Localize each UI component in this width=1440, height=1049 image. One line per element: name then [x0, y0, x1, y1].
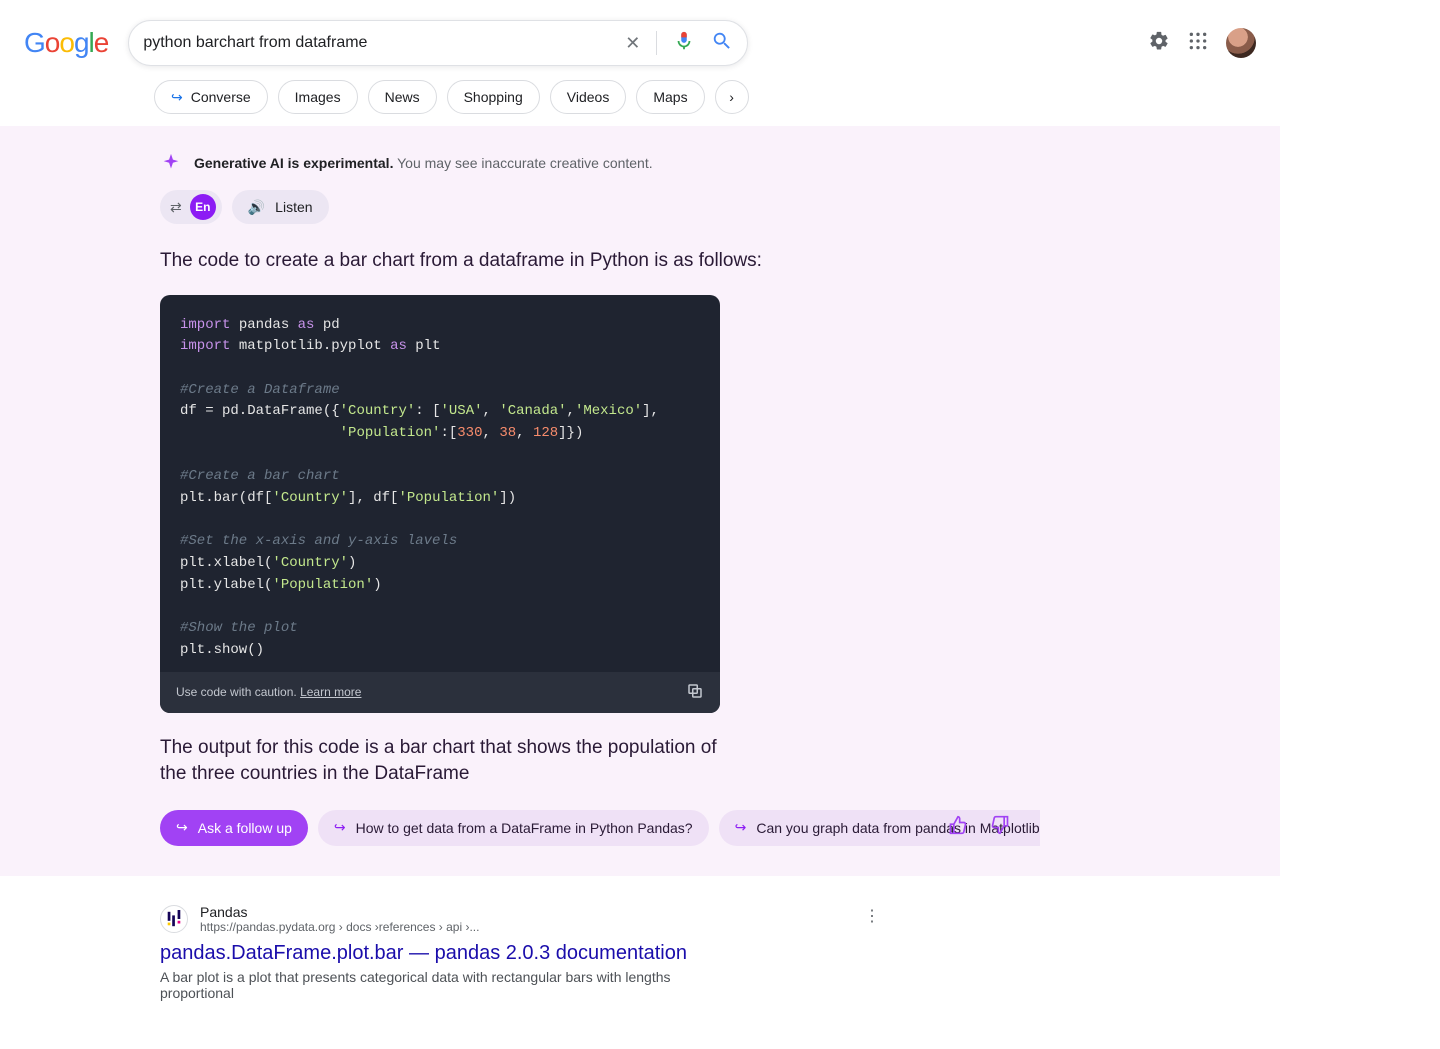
search-input[interactable] — [143, 34, 625, 52]
listen-label: Listen — [275, 199, 312, 215]
result-snippet: A bar plot is a plot that presents categ… — [160, 969, 720, 1001]
ai-notice-rest: You may see inaccurate creative content. — [393, 155, 652, 171]
ai-content: Generative AI is experimental. You may s… — [160, 152, 880, 846]
code-block: import pandas as pd import matplotlib.py… — [160, 295, 720, 713]
result-favicon — [160, 905, 188, 933]
result-header: Pandas https://pandas.pydata.org › docs … — [160, 904, 720, 934]
sparkle-icon — [160, 152, 182, 174]
gear-icon[interactable] — [1148, 30, 1170, 57]
ai-notice-bold: Generative AI is experimental. — [194, 155, 393, 171]
code-footer: Use code with caution. Learn more — [160, 672, 720, 713]
speaker-icon: 🔊 — [248, 199, 265, 216]
code-content: import pandas as pd import matplotlib.py… — [160, 295, 720, 672]
followup-arrow-icon: ↪ — [176, 819, 188, 836]
result-menu-icon[interactable]: ⋮ — [864, 906, 880, 926]
followup-arrow-icon: ↪ — [735, 819, 747, 836]
chip-images-label: Images — [295, 89, 341, 105]
language-badge: En — [190, 194, 216, 220]
chip-shopping-label: Shopping — [464, 89, 523, 105]
chip-more[interactable]: › — [715, 80, 749, 114]
followup-ask[interactable]: ↪ Ask a follow up — [160, 810, 308, 846]
ai-notice: Generative AI is experimental. You may s… — [160, 152, 880, 174]
chip-maps-label: Maps — [653, 89, 687, 105]
top-row: Google ✕ — [24, 20, 1256, 66]
followup-q1[interactable]: ↪ How to get data from a DataFrame in Py… — [318, 810, 709, 846]
converse-arrow-icon: ↪ — [171, 89, 183, 106]
followup-ask-label: Ask a follow up — [198, 820, 292, 836]
listen-button[interactable]: 🔊 Listen — [232, 190, 329, 224]
chip-videos[interactable]: Videos — [550, 80, 627, 114]
search-icon[interactable] — [711, 30, 733, 57]
code-caution: Use code with caution. — [176, 685, 297, 699]
copy-icon[interactable] — [686, 682, 704, 703]
result-source: Pandas — [200, 904, 479, 920]
search-bar-icons: ✕ — [625, 30, 733, 57]
result-title[interactable]: pandas.DataFrame.plot.bar — pandas 2.0.3… — [160, 942, 720, 965]
result-item: Pandas https://pandas.pydata.org › docs … — [160, 904, 720, 1001]
chip-images[interactable]: Images — [278, 80, 358, 114]
chip-shopping[interactable]: Shopping — [447, 80, 540, 114]
followups: ↪ Ask a follow up ↪ How to get data from… — [160, 810, 1040, 846]
learn-more-link[interactable]: Learn more — [300, 685, 361, 699]
mic-icon[interactable] — [673, 30, 695, 57]
header: Google ✕ — [0, 0, 1280, 126]
chip-news-label: News — [385, 89, 420, 105]
ai-outro-text: The output for this code is a bar chart … — [160, 735, 720, 788]
followup-arrow-icon: ↪ — [334, 819, 346, 836]
thumbs-up-icon[interactable] — [948, 815, 968, 841]
google-logo[interactable]: Google — [24, 27, 108, 59]
avatar[interactable] — [1226, 28, 1256, 58]
divider — [656, 31, 657, 55]
followup-q1-label: How to get data from a DataFrame in Pyth… — [356, 820, 693, 836]
ai-intro-text: The code to create a bar chart from a da… — [160, 248, 880, 275]
thumbs-down-icon[interactable] — [990, 815, 1010, 841]
search-bar[interactable]: ✕ — [128, 20, 748, 66]
chip-converse-label: Converse — [191, 89, 251, 105]
ai-controls: ⇄ En 🔊 Listen — [160, 190, 880, 224]
results: Pandas https://pandas.pydata.org › docs … — [0, 876, 1280, 1011]
clear-icon[interactable]: ✕ — [625, 33, 640, 54]
chip-maps[interactable]: Maps — [636, 80, 704, 114]
filter-chips: ↪ Converse Images News Shopping Videos M… — [154, 80, 1256, 114]
chip-videos-label: Videos — [567, 89, 610, 105]
language-toggle[interactable]: ⇄ En — [160, 190, 222, 224]
chip-news[interactable]: News — [368, 80, 437, 114]
header-actions — [1148, 28, 1256, 58]
feedback-icons — [948, 815, 1010, 841]
chevron-right-icon: › — [729, 89, 734, 105]
result-url: https://pandas.pydata.org › docs ›refere… — [200, 920, 479, 934]
chip-converse[interactable]: ↪ Converse — [154, 80, 268, 114]
apps-icon[interactable] — [1188, 31, 1208, 56]
pandas-icon — [165, 910, 183, 928]
ai-overview: Generative AI is experimental. You may s… — [0, 126, 1280, 876]
translate-icon: ⇄ — [170, 199, 182, 216]
